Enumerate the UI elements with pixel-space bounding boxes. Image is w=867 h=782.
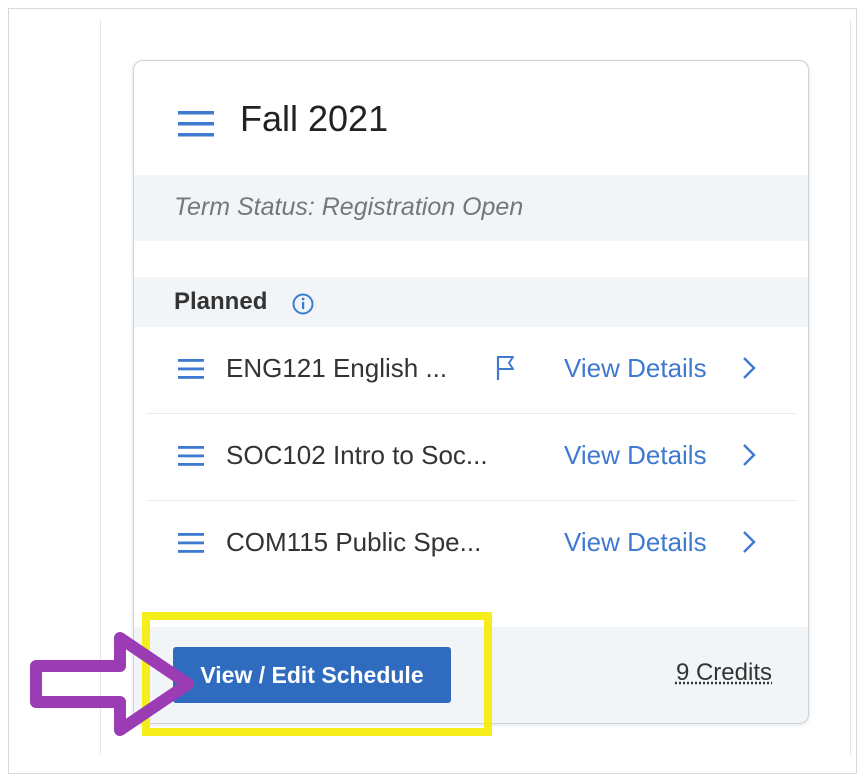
course-name: COM115 Public Spe... — [226, 527, 482, 557]
credits-count[interactable]: 9 Credits — [676, 659, 772, 687]
planned-header: Planned — [134, 277, 808, 327]
term-card-header: Fall 2021 — [134, 61, 808, 175]
term-card-footer: View / Edit Schedule 9 Credits — [134, 627, 808, 723]
course-row[interactable]: COM115 Public Spe... View Details — [146, 501, 796, 587]
right-divider — [850, 20, 851, 755]
drag-handle-icon[interactable] — [178, 359, 204, 384]
planned-label: Planned — [174, 288, 268, 315]
info-icon[interactable] — [292, 293, 314, 320]
view-edit-schedule-button[interactable]: View / Edit Schedule — [173, 647, 451, 703]
course-name: ENG121 English ... — [226, 353, 448, 383]
course-row[interactable]: ENG121 English ... View Details — [146, 327, 796, 414]
term-title: Fall 2021 — [240, 98, 389, 139]
view-details-link[interactable]: View Details — [564, 440, 707, 471]
view-details-link[interactable]: View Details — [564, 527, 707, 558]
term-card: Fall 2021 Term Status: Registration Open… — [133, 60, 809, 724]
course-name: SOC102 Intro to Soc... — [226, 440, 488, 470]
drag-handle-icon[interactable] — [178, 533, 204, 558]
course-row[interactable]: SOC102 Intro to Soc... View Details — [146, 414, 796, 501]
drag-handle-icon[interactable] — [178, 446, 204, 471]
chevron-right-icon — [742, 356, 756, 385]
arrow-right-icon — [28, 630, 198, 743]
chevron-right-icon — [742, 530, 756, 559]
chevron-right-icon — [742, 443, 756, 472]
flag-icon[interactable] — [496, 355, 516, 386]
menu-icon[interactable] — [178, 111, 214, 142]
term-status: Term Status: Registration Open — [174, 193, 524, 221]
term-status-band: Term Status: Registration Open — [134, 175, 808, 241]
view-details-link[interactable]: View Details — [564, 353, 707, 384]
